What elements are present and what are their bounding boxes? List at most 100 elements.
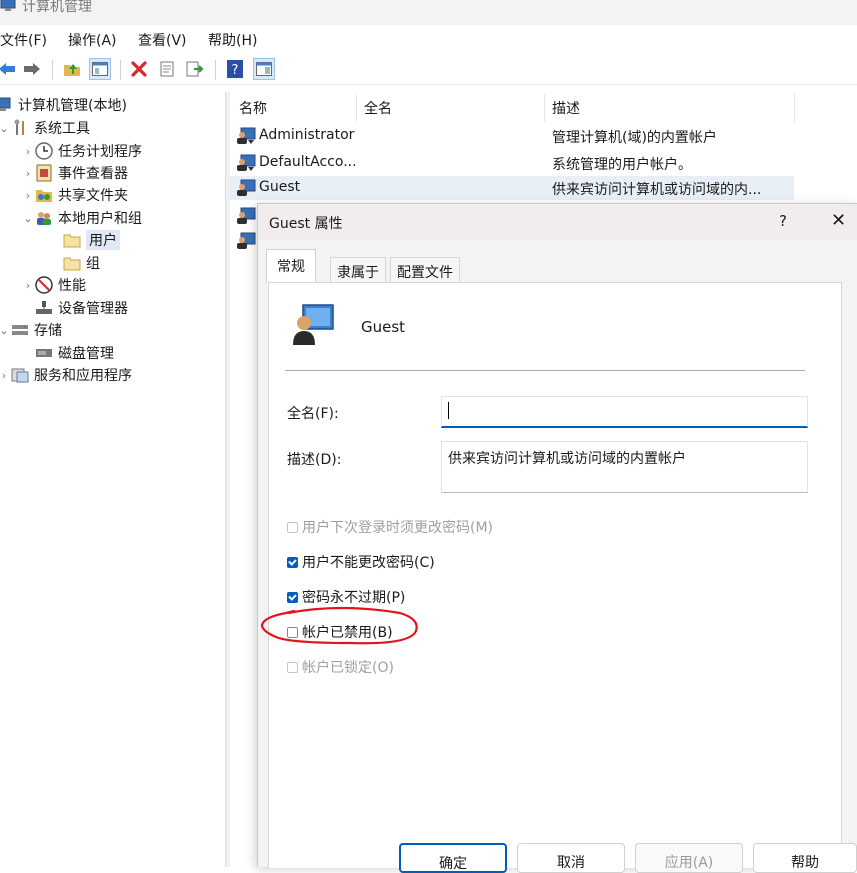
tree-node-device-manager[interactable]: 设备管理器	[34, 297, 128, 319]
action-pane-icon[interactable]	[253, 58, 275, 80]
toolbar-separator	[120, 60, 121, 80]
chevron-right-icon[interactable]: ›	[22, 189, 34, 202]
table-row[interactable]: DefaultAcco... 系统管理的用户帐户。	[230, 151, 794, 175]
up-folder-icon[interactable]	[61, 58, 83, 80]
tree-node-local-users-groups[interactable]: ⌄ 本地用户和组	[22, 207, 142, 229]
tree-node-users[interactable]: 用户	[62, 229, 120, 251]
table-row[interactable]: Guest 供来宾访问计算机或访问域的内...	[230, 176, 794, 200]
back-arrow-icon[interactable]	[0, 58, 18, 80]
checkbox-account-locked[interactable]: 帐户已锁定(O)	[287, 656, 394, 678]
text-caret	[448, 402, 449, 419]
dialog-title-bar[interactable]: Guest 属性 ? ✕	[258, 204, 857, 240]
checkbox-label: 密码永不过期(P)	[302, 590, 406, 606]
tree-node-shared-folders[interactable]: › 共享文件夹	[22, 184, 128, 206]
cell-description: 系统管理的用户帐户。	[552, 157, 692, 173]
checkbox-label: 用户下次登录时须更改密码(M)	[302, 520, 494, 536]
username-label: Guest	[361, 318, 406, 336]
tree-node-groups[interactable]: 组	[62, 252, 100, 274]
checkbox-password-never-expires[interactable]: 密码永不过期(P)	[287, 586, 405, 608]
tree-node-storage[interactable]: ⌄ 存储	[0, 319, 62, 341]
folder-icon	[62, 254, 82, 272]
user-icon	[237, 127, 256, 144]
window-title: 计算机管理	[22, 0, 92, 15]
general-tab-panel: Guest 全名(F): 描述(D): 供来宾访问计算机或访问域的内置帐户 用户…	[268, 282, 842, 868]
tree-node-label: 设备管理器	[58, 301, 128, 317]
tree-node-label: 共享文件夹	[58, 188, 128, 204]
checkbox-must-change-password[interactable]: 用户下次登录时须更改密码(M)	[287, 516, 493, 538]
apply-button[interactable]: 应用(A)	[635, 843, 743, 873]
tree-node-computer-management[interactable]: 计算机管理(本地)	[0, 94, 127, 116]
cell-name: Guest	[259, 179, 301, 195]
tree-node-services-apps[interactable]: › 服务和应用程序	[0, 364, 132, 386]
chevron-down-icon[interactable]: ⌄	[0, 324, 10, 337]
description-label: 描述(D):	[287, 452, 342, 468]
services-icon	[10, 366, 30, 384]
column-header-fullname[interactable]: 全名	[364, 98, 392, 118]
dialog-title: Guest 属性	[269, 216, 343, 232]
toolbar: ?	[0, 55, 857, 85]
chevron-right-icon[interactable]: ›	[22, 145, 34, 158]
column-separator[interactable]	[356, 94, 357, 122]
chevron-down-icon[interactable]: ⌄	[0, 122, 10, 135]
help-button[interactable]: 帮助	[753, 843, 857, 873]
tree-node-label: 计算机管理(本地)	[18, 98, 127, 114]
menu-view[interactable]: 查看(V)	[138, 30, 187, 50]
help-icon[interactable]: ?	[779, 212, 787, 230]
column-separator[interactable]	[544, 94, 545, 122]
user-icon[interactable]	[236, 232, 256, 250]
fullname-input[interactable]	[441, 396, 808, 428]
chevron-right-icon[interactable]: ›	[22, 167, 34, 180]
user-icon	[237, 179, 256, 196]
column-header-description[interactable]: 描述	[552, 98, 580, 118]
column-header-name[interactable]: 名称	[239, 98, 267, 118]
user-account-icon	[293, 304, 334, 345]
checkbox-label: 帐户已禁用(B)	[302, 625, 393, 641]
tree-node-label: 用户	[86, 230, 120, 250]
tree-node-label: 系统工具	[34, 121, 90, 137]
tree-node-task-scheduler[interactable]: › 任务计划程序	[22, 140, 142, 162]
chevron-right-icon[interactable]: ›	[0, 369, 10, 382]
ok-button[interactable]: 确定	[399, 843, 507, 873]
close-icon[interactable]: ✕	[831, 210, 846, 231]
tree-node-event-viewer[interactable]: › 事件查看器	[22, 162, 128, 184]
menu-file[interactable]: 文件(F)	[0, 30, 47, 50]
checkbox-box[interactable]	[287, 591, 298, 603]
cell-description: 供来宾访问计算机或访问域的内...	[552, 182, 762, 198]
user-icon[interactable]	[236, 207, 256, 225]
checkbox-box[interactable]	[287, 556, 298, 568]
chevron-right-icon[interactable]: ›	[22, 279, 34, 292]
cell-name: Administrator	[259, 127, 355, 143]
tab-profile[interactable]: 配置文件	[390, 257, 460, 283]
chevron-down-icon[interactable]: ⌄	[22, 212, 34, 225]
clock-icon	[34, 142, 54, 160]
forward-arrow-icon[interactable]	[21, 58, 43, 80]
shared-folder-icon	[34, 186, 54, 204]
checkbox-account-disabled[interactable]: 帐户已禁用(B)	[287, 621, 393, 643]
tree-node-disk-management[interactable]: 磁盘管理	[34, 342, 114, 364]
cell-name: DefaultAcco...	[259, 154, 357, 170]
svg-text:?: ?	[232, 63, 239, 78]
divider	[285, 370, 805, 371]
properties-dialog: Guest 属性 ? ✕ 常规 隶属于 配置文件 Guest 全名(F): 描述…	[257, 203, 857, 868]
checkbox-box[interactable]	[287, 626, 298, 638]
menu-help[interactable]: 帮助(H)	[208, 30, 257, 50]
help-icon[interactable]: ?	[224, 58, 246, 80]
menu-action[interactable]: 操作(A)	[68, 30, 117, 50]
tree-node-performance[interactable]: › 性能	[22, 274, 86, 296]
checkbox-cannot-change-password[interactable]: 用户不能更改密码(C)	[287, 551, 435, 573]
tree-node-system-tools[interactable]: ⌄ 系统工具	[0, 117, 90, 139]
checkbox-box[interactable]	[287, 521, 298, 533]
column-separator[interactable]	[794, 94, 795, 122]
tab-general[interactable]: 常规	[266, 249, 316, 283]
table-row[interactable]: Administrator 管理计算机(域)的内置帐户	[230, 124, 794, 148]
delete-icon[interactable]	[128, 58, 150, 80]
export-icon[interactable]	[184, 58, 206, 80]
checkbox-box[interactable]	[287, 661, 298, 673]
tree-node-label: 任务计划程序	[58, 144, 142, 160]
main-title-bar: 计算机管理	[0, 0, 857, 25]
tab-member-of[interactable]: 隶属于	[330, 257, 386, 283]
properties-icon[interactable]	[156, 58, 178, 80]
description-input[interactable]: 供来宾访问计算机或访问域的内置帐户	[441, 441, 808, 493]
cancel-button[interactable]: 取消	[517, 843, 625, 873]
show-hide-tree-icon[interactable]	[89, 58, 111, 80]
